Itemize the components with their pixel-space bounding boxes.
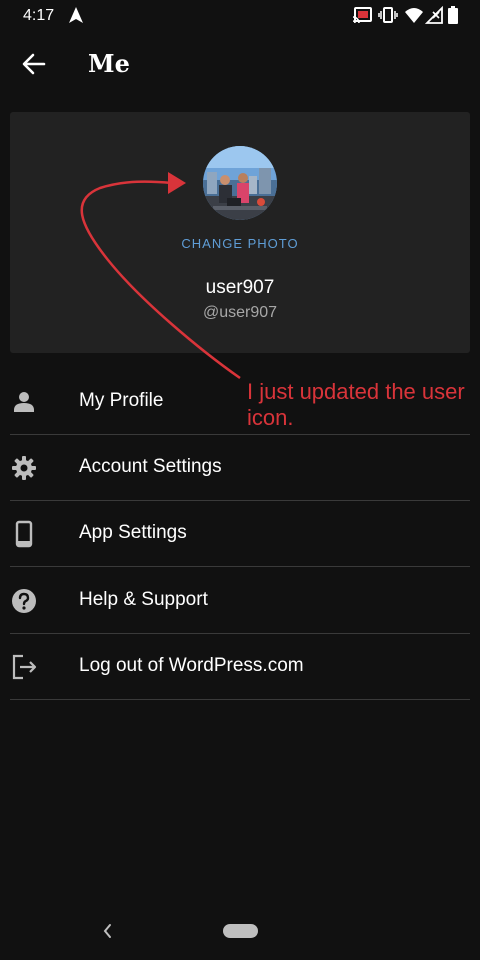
menu-item-label: Help & Support <box>79 589 208 610</box>
menu-item-label: My Profile <box>79 390 164 411</box>
menu-item-label: App Settings <box>79 522 187 543</box>
menu-item-account-settings[interactable]: Account Settings <box>10 434 470 501</box>
status-bar: 4:17 <box>0 0 480 32</box>
vibrate-icon <box>378 6 398 29</box>
menu-item-logout[interactable]: Log out of WordPress.com <box>10 633 470 700</box>
back-button[interactable] <box>14 44 54 84</box>
menu-item-label: Account Settings <box>79 456 222 477</box>
gear-icon <box>10 454 38 482</box>
logout-icon <box>10 653 38 681</box>
avatar-photo <box>203 146 277 220</box>
display-name: user907 <box>205 277 275 298</box>
navigation-icon <box>68 6 84 29</box>
battery-icon <box>448 6 458 29</box>
chevron-left-icon <box>98 924 118 946</box>
person-icon <box>10 388 38 416</box>
status-time: 4:17 <box>23 7 55 24</box>
change-photo-link[interactable]: CHANGE PHOTO <box>10 236 470 251</box>
nav-back-button[interactable] <box>98 920 118 942</box>
menu-item-label: Log out of WordPress.com <box>79 655 304 676</box>
app-bar: Me <box>0 32 480 96</box>
arrow-left-icon <box>14 53 54 88</box>
signal-icon <box>424 5 443 29</box>
phone-icon <box>10 520 38 548</box>
annotation-note: I just updated the user icon. <box>247 379 465 430</box>
page-title: Me <box>88 49 130 78</box>
menu-item-help-support[interactable]: Help & Support <box>10 567 470 634</box>
nav-home-button[interactable] <box>223 924 258 938</box>
help-icon <box>10 587 38 615</box>
cast-icon <box>352 6 372 29</box>
username: @user907 <box>202 304 278 321</box>
wifi-icon <box>404 6 424 29</box>
avatar[interactable] <box>203 146 277 220</box>
profile-card: CHANGE PHOTO user907 @user907 <box>10 112 470 353</box>
menu-item-app-settings[interactable]: App Settings <box>10 500 470 567</box>
